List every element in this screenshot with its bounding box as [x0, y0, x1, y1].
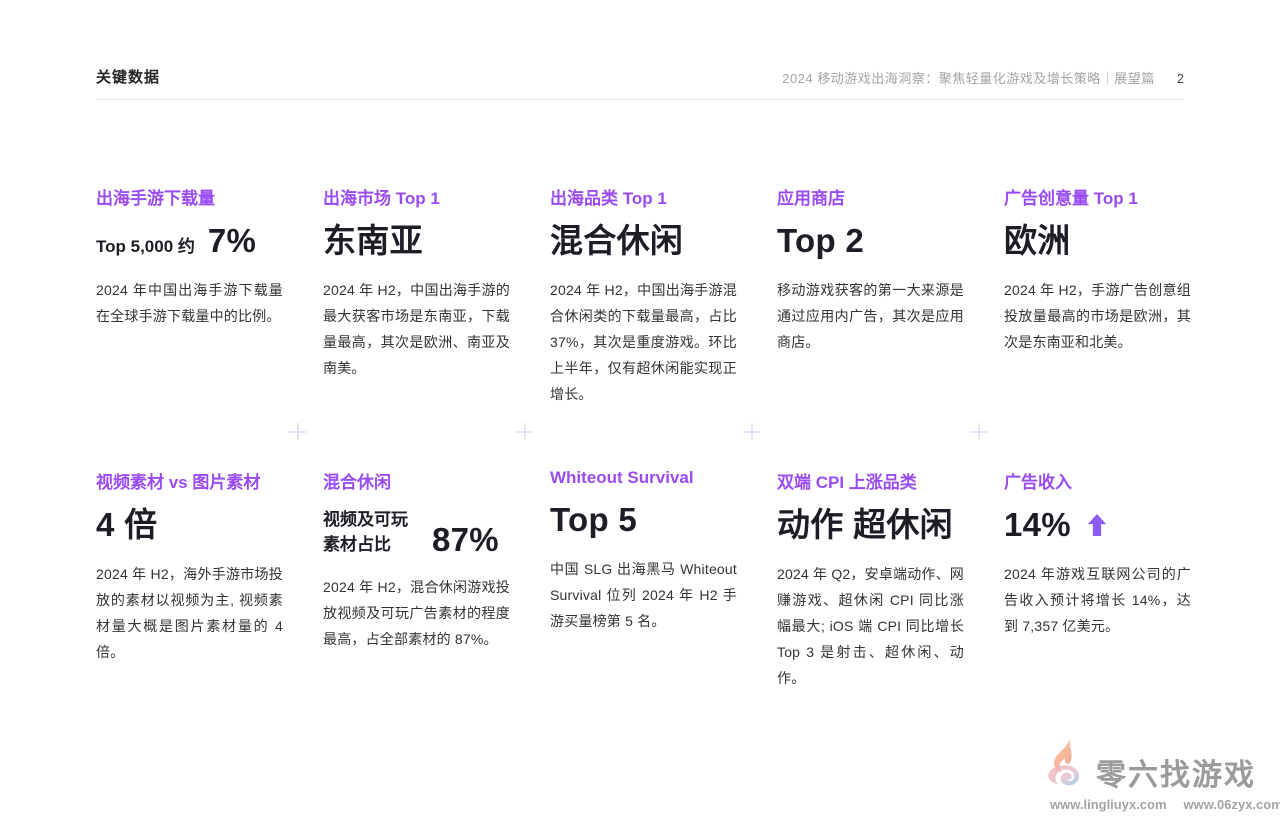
card-headline: Top 5 [550, 503, 737, 539]
card-body: 2024 年 H2，中国出海手游的最大获客市场是东南亚，下载量最高，其次是欧洲、… [323, 277, 510, 381]
headline-prefix: Top 5,000 约 [96, 235, 195, 260]
divider-cross-icon [516, 423, 533, 440]
stat-card-top-genre: 出海品类 Top 1 混合休闲 2024 年 H2，中国出海手游混合休闲类的下载… [550, 184, 737, 407]
watermark-url-2: www.06zyx.com [1184, 797, 1280, 812]
headline-value: 欧洲 [1004, 224, 1071, 259]
card-headline: 混合休闲 [550, 224, 737, 260]
card-body: 2024 年 H2，中国出海手游混合休闲类的下载量最高，占比 37%，其次是重度… [550, 277, 737, 407]
stat-card-ad-creatives: 广告创意量 Top 1 欧洲 2024 年 H2，手游广告创意组投放量最高的市场… [1004, 184, 1191, 407]
card-body: 2024 年 H2，混合休闲游戏投放视频及可玩广告素材的程度最高，占全部素材的 … [323, 574, 510, 652]
card-label: 出海手游下载量 [96, 184, 283, 209]
headline-value: 7% [208, 224, 256, 259]
header-right: 2024 移动游戏出海洞察：聚焦轻量化游戏及增长策略｜展望篇 2 [782, 68, 1184, 87]
card-body: 2024 年 H2，手游广告创意组投放量最高的市场是欧洲，其次是东南亚和北美。 [1004, 277, 1191, 355]
card-headline: 东南亚 [323, 224, 510, 260]
card-body: 2024 年中国出海手游下载量在全球手游下载量中的比例。 [96, 277, 283, 329]
divider-cross-icon [743, 423, 760, 440]
card-headline: 欧洲 [1004, 224, 1191, 260]
card-label: 广告收入 [1004, 468, 1191, 493]
watermark-url-1: www.lingliuyx.com [1050, 797, 1167, 812]
stat-row-2: 视频素材 vs 图片素材 4 倍 2024 年 H2，海外手游市场投放的素材以视… [96, 468, 1191, 691]
stat-card-whiteout-survival: Whiteout Survival Top 5 中国 SLG 出海黑马 Whit… [550, 468, 737, 691]
card-label: 视频素材 vs 图片素材 [96, 468, 283, 493]
card-body: 2024 年 H2，海外手游市场投放的素材以视频为主, 视频素材量大概是图片素材… [96, 561, 283, 665]
stat-card-app-store: 应用商店 Top 2 移动游戏获客的第一大来源是通过应用内广告，其次是应用商店。 [777, 184, 964, 407]
card-label: 广告创意量 Top 1 [1004, 184, 1191, 209]
watermark-brand-text: 零六找游戏 [1096, 759, 1256, 796]
page-number: 2 [1177, 71, 1184, 86]
stat-card-downloads: 出海手游下载量 Top 5,000 约 7% 2024 年中国出海手游下载量在全… [96, 184, 283, 407]
stat-card-top-market: 出海市场 Top 1 东南亚 2024 年 H2，中国出海手游的最大获客市场是东… [323, 184, 510, 407]
stat-card-hybrid-casual-materials: 混合休闲 视频及可玩 素材占比 87% 2024 年 H2，混合休闲游戏投放视频… [323, 468, 510, 691]
stat-card-ad-revenue: 广告收入 14% 2024 年游戏互联网公司的广告收入预计将增长 14%，达到 … [1004, 468, 1191, 691]
card-headline: 14% [1004, 508, 1191, 544]
divider-cross-icon [289, 423, 306, 440]
flame-swirl-logo-icon [1038, 735, 1092, 796]
stat-card-video-vs-image: 视频素材 vs 图片素材 4 倍 2024 年 H2，海外手游市场投放的素材以视… [96, 468, 283, 691]
headline-prefix: 视频及可玩 素材占比 [323, 508, 408, 557]
increase-arrow-icon [1086, 513, 1108, 542]
stat-row-1: 出海手游下载量 Top 5,000 约 7% 2024 年中国出海手游下载量在全… [96, 184, 1191, 407]
card-body: 移动游戏获客的第一大来源是通过应用内广告，其次是应用商店。 [777, 277, 964, 355]
headline-value: 东南亚 [323, 224, 423, 259]
headline-value: 4 倍 [96, 508, 157, 543]
watermark-urls: www.lingliuyx.com www.06zyx.com [1038, 797, 1260, 812]
card-label: 混合休闲 [323, 468, 510, 493]
headline-value: 动作 超休闲 [777, 508, 953, 543]
report-page: 关键数据 2024 移动游戏出海洞察：聚焦轻量化游戏及增长策略｜展望篇 2 出海… [0, 0, 1280, 819]
card-label: 出海品类 Top 1 [550, 184, 737, 209]
card-headline: 4 倍 [96, 508, 283, 544]
stat-card-cpi-rise: 双端 CPI 上涨品类 动作 超休闲 2024 年 Q2，安卓端动作、网赚游戏、… [777, 468, 964, 691]
card-headline: 视频及可玩 素材占比 87% [323, 508, 510, 557]
headline-value: 混合休闲 [550, 224, 683, 259]
headline-value: 14% [1004, 508, 1071, 543]
card-headline: Top 5,000 约 7% [96, 224, 283, 260]
card-body: 2024 年 Q2，安卓端动作、网赚游戏、超休闲 CPI 同比涨幅最大; iOS… [777, 561, 964, 691]
report-subtitle: 2024 移动游戏出海洞察：聚焦轻量化游戏及增长策略｜展望篇 [782, 68, 1155, 87]
headline-value: 87% [432, 523, 499, 558]
card-label: 双端 CPI 上涨品类 [777, 468, 964, 493]
card-label: 应用商店 [777, 184, 964, 209]
card-label: Whiteout Survival [550, 468, 737, 488]
page-title: 关键数据 [96, 66, 160, 87]
divider-cross-icon [970, 423, 987, 440]
card-label: 出海市场 Top 1 [323, 184, 510, 209]
page-header: 关键数据 2024 移动游戏出海洞察：聚焦轻量化游戏及增长策略｜展望篇 2 [96, 66, 1184, 100]
site-watermark: 零六找游戏 www.lingliuyx.com www.06zyx.com [1038, 735, 1260, 812]
headline-value: Top 5 [550, 503, 637, 538]
card-headline: 动作 超休闲 [777, 508, 964, 544]
card-body: 2024 年游戏互联网公司的广告收入预计将增长 14%，达到 7,357 亿美元… [1004, 561, 1191, 639]
headline-value: Top 2 [777, 224, 864, 259]
card-headline: Top 2 [777, 224, 964, 260]
card-body: 中国 SLG 出海黑马 Whiteout Survival 位列 2024 年 … [550, 556, 737, 634]
watermark-top: 零六找游戏 [1038, 735, 1260, 796]
